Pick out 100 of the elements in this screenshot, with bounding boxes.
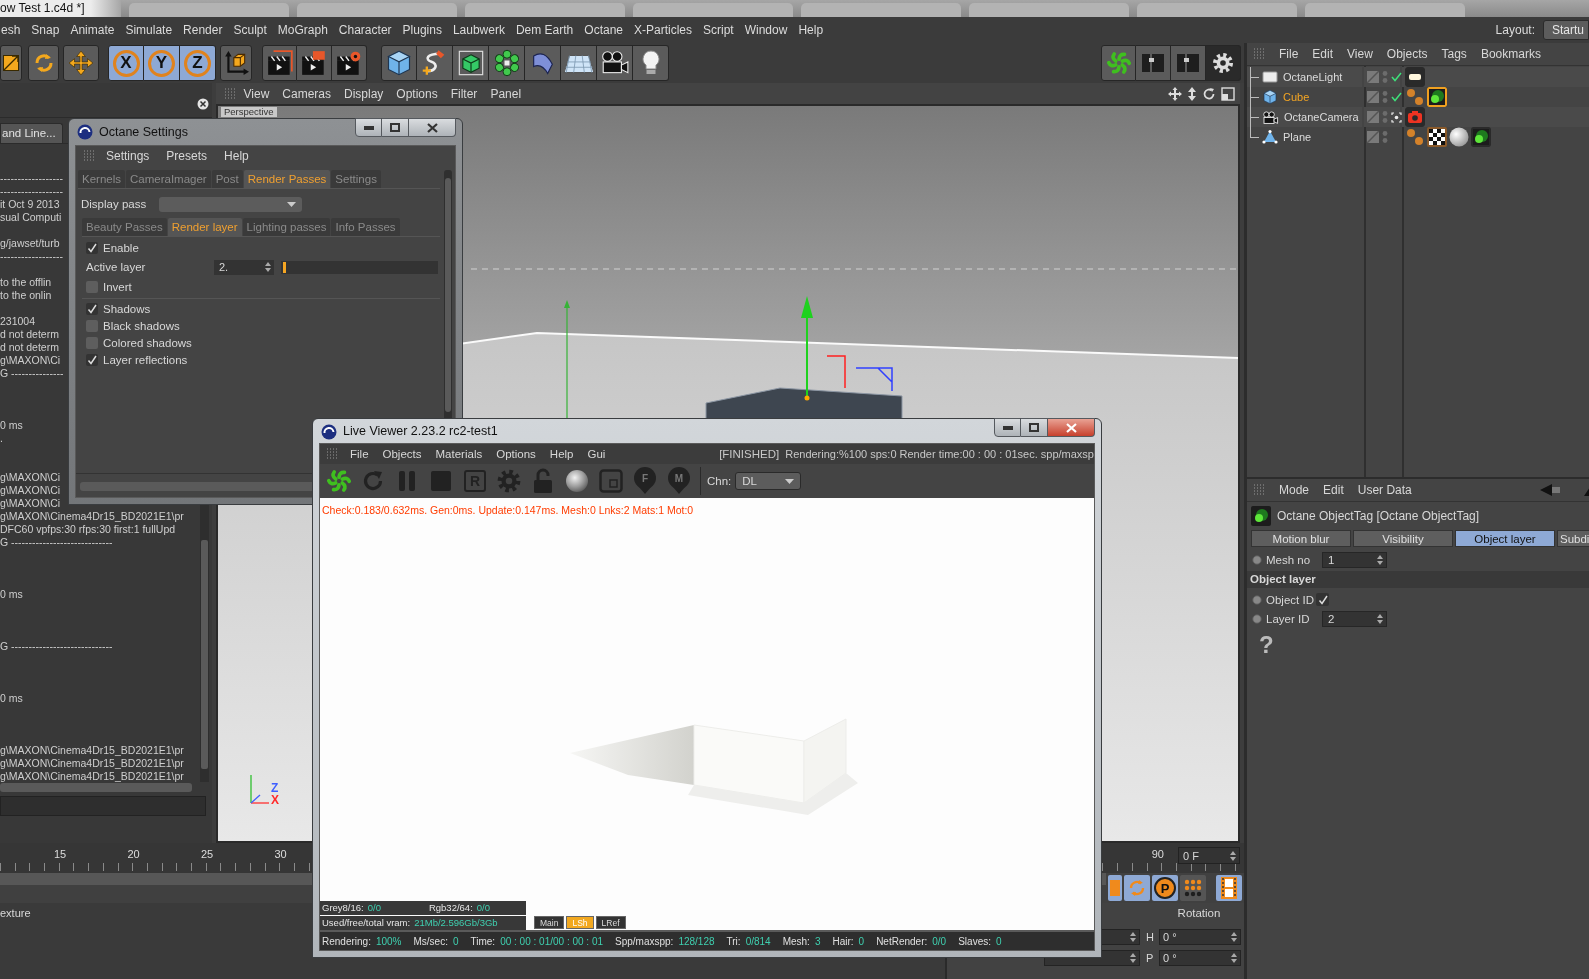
rotation-field[interactable]: 0 ° <box>1159 928 1241 945</box>
spinner-icon[interactable] <box>1231 931 1237 942</box>
menu-item[interactable]: Mode <box>1273 483 1318 497</box>
vertical-arrow-icon[interactable] <box>1187 86 1197 101</box>
cube-object[interactable] <box>705 387 903 420</box>
visibility-dots-icon[interactable] <box>1382 130 1388 144</box>
check-icon[interactable] <box>1391 72 1402 82</box>
menu-item[interactable]: Render <box>177 23 228 37</box>
rotate-tool-button[interactable] <box>28 45 59 81</box>
tab[interactable]: Render Passes <box>243 170 331 188</box>
tab[interactable]: Subdi <box>1557 530 1589 547</box>
render-button[interactable] <box>297 45 332 81</box>
keyframe-dot-icon[interactable] <box>1252 594 1262 605</box>
object-name[interactable]: Plane <box>1283 131 1312 143</box>
menu-item[interactable]: Help <box>219 149 261 163</box>
close-icon[interactable] <box>197 98 209 110</box>
coordinate-system-button[interactable] <box>220 45 252 81</box>
menu-item[interactable]: View <box>237 86 276 101</box>
menu-item[interactable]: File <box>346 448 379 460</box>
spline-pen-button[interactable] <box>417 45 453 81</box>
menu-item[interactable]: Gui <box>583 448 616 460</box>
menu-item[interactable]: View <box>1341 47 1381 61</box>
octane-live-viewer-button[interactable] <box>1101 45 1136 81</box>
floor-button[interactable] <box>561 45 597 81</box>
menu-item[interactable]: Octane <box>578 23 629 37</box>
spinner-icon[interactable] <box>1130 931 1136 942</box>
spinner-icon[interactable] <box>1377 554 1383 565</box>
maximize-button[interactable] <box>382 118 409 137</box>
menu-item[interactable]: Bookmarks <box>1474 47 1549 61</box>
menu-item[interactable]: Tags <box>1435 47 1475 61</box>
spinner-icon[interactable] <box>1230 850 1236 861</box>
timeline-button[interactable] <box>1216 875 1242 901</box>
number-field[interactable]: 2. <box>214 259 274 275</box>
number-field[interactable]: 1 <box>1322 551 1387 568</box>
menu-item[interactable]: Dem Earth <box>510 23 579 37</box>
keyframe-dot-icon[interactable] <box>1252 554 1262 565</box>
slider-thumb[interactable] <box>282 261 286 273</box>
spinner-icon[interactable] <box>1130 952 1136 963</box>
four-way-arrow-icon[interactable] <box>1168 86 1182 101</box>
check-icon[interactable] <box>1391 92 1402 102</box>
minimize-button[interactable] <box>355 118 382 137</box>
circles-tag-icon[interactable] <box>1427 87 1447 107</box>
axis-lock-button[interactable]: X <box>108 45 144 81</box>
axis-lock-button[interactable]: Y <box>144 45 180 81</box>
view-toggle-button[interactable]: LRef <box>595 916 626 929</box>
light-object-button[interactable] <box>633 45 669 81</box>
target-icon[interactable] <box>1391 111 1402 123</box>
point-level-button[interactable] <box>1180 875 1206 901</box>
menu-item[interactable]: Panel <box>483 86 528 101</box>
menu-item[interactable]: MoGraph <box>272 23 334 37</box>
tab[interactable]: Render layer <box>167 218 242 236</box>
sphere-tag-icon[interactable] <box>1449 127 1469 147</box>
back-arrow-icon[interactable] <box>1540 484 1561 496</box>
menu-item[interactable]: Character <box>333 23 398 37</box>
render-button[interactable] <box>332 45 367 81</box>
visibility-dots-icon[interactable] <box>1382 70 1388 84</box>
checkbox[interactable] <box>86 336 98 349</box>
checkbox[interactable] <box>86 353 98 366</box>
menu-item[interactable]: Help <box>545 448 584 460</box>
deformer-button[interactable] <box>525 45 561 81</box>
object-name[interactable]: Cube <box>1283 91 1310 103</box>
grip-icon[interactable] <box>1253 48 1265 60</box>
menu-item[interactable]: Options <box>492 448 546 460</box>
menu-item[interactable]: Plugins <box>397 23 448 37</box>
grip-icon[interactable] <box>224 87 236 100</box>
view-toggle-button[interactable]: Main <box>534 916 565 929</box>
subdivision-button[interactable] <box>453 45 489 81</box>
menu-item[interactable]: Sculpt <box>227 23 273 37</box>
number-field[interactable]: 2 <box>1322 610 1387 627</box>
checkbox[interactable] <box>86 241 98 254</box>
tab[interactable]: Visibility <box>1353 530 1453 547</box>
menu-item[interactable]: Edit <box>1317 483 1352 497</box>
checker-tag-icon[interactable] <box>1427 127 1447 147</box>
close-button[interactable] <box>409 118 456 137</box>
checkbox[interactable] <box>86 280 98 293</box>
parameter-key-button[interactable]: P <box>1152 875 1178 901</box>
help-icon[interactable]: ? <box>1259 632 1274 658</box>
tab[interactable]: Object layer <box>1455 530 1555 547</box>
visibility-dots-icon[interactable] <box>1382 110 1388 124</box>
menu-item[interactable]: esh <box>0 23 26 37</box>
keyframe-dot-icon[interactable] <box>1252 613 1262 624</box>
menu-item[interactable]: Objects <box>1380 47 1436 61</box>
checkbox[interactable] <box>86 319 98 332</box>
spinner-icon[interactable] <box>1377 613 1383 624</box>
scrollbar[interactable] <box>0 783 192 792</box>
menu-item[interactable]: Animate <box>64 23 120 37</box>
menu-item[interactable]: Laubwerk <box>447 23 511 37</box>
cloner-button[interactable] <box>489 45 525 81</box>
menu-item[interactable]: File <box>1273 47 1307 61</box>
maximize-view-icon[interactable] <box>1221 86 1235 101</box>
layout-dropdown[interactable]: Startu <box>1543 20 1589 40</box>
move-tool-button[interactable] <box>63 45 99 81</box>
menu-item[interactable]: User Data <box>1351 483 1420 497</box>
channel-dropdown[interactable]: DL <box>735 472 802 490</box>
close-button[interactable] <box>1048 418 1095 437</box>
menu-item[interactable]: Objects <box>378 448 432 460</box>
panel-tab[interactable]: and Line... <box>0 123 63 143</box>
render-button[interactable] <box>262 45 297 81</box>
frame-field[interactable]: 0 F <box>1178 847 1240 864</box>
minimize-button[interactable] <box>994 418 1021 437</box>
